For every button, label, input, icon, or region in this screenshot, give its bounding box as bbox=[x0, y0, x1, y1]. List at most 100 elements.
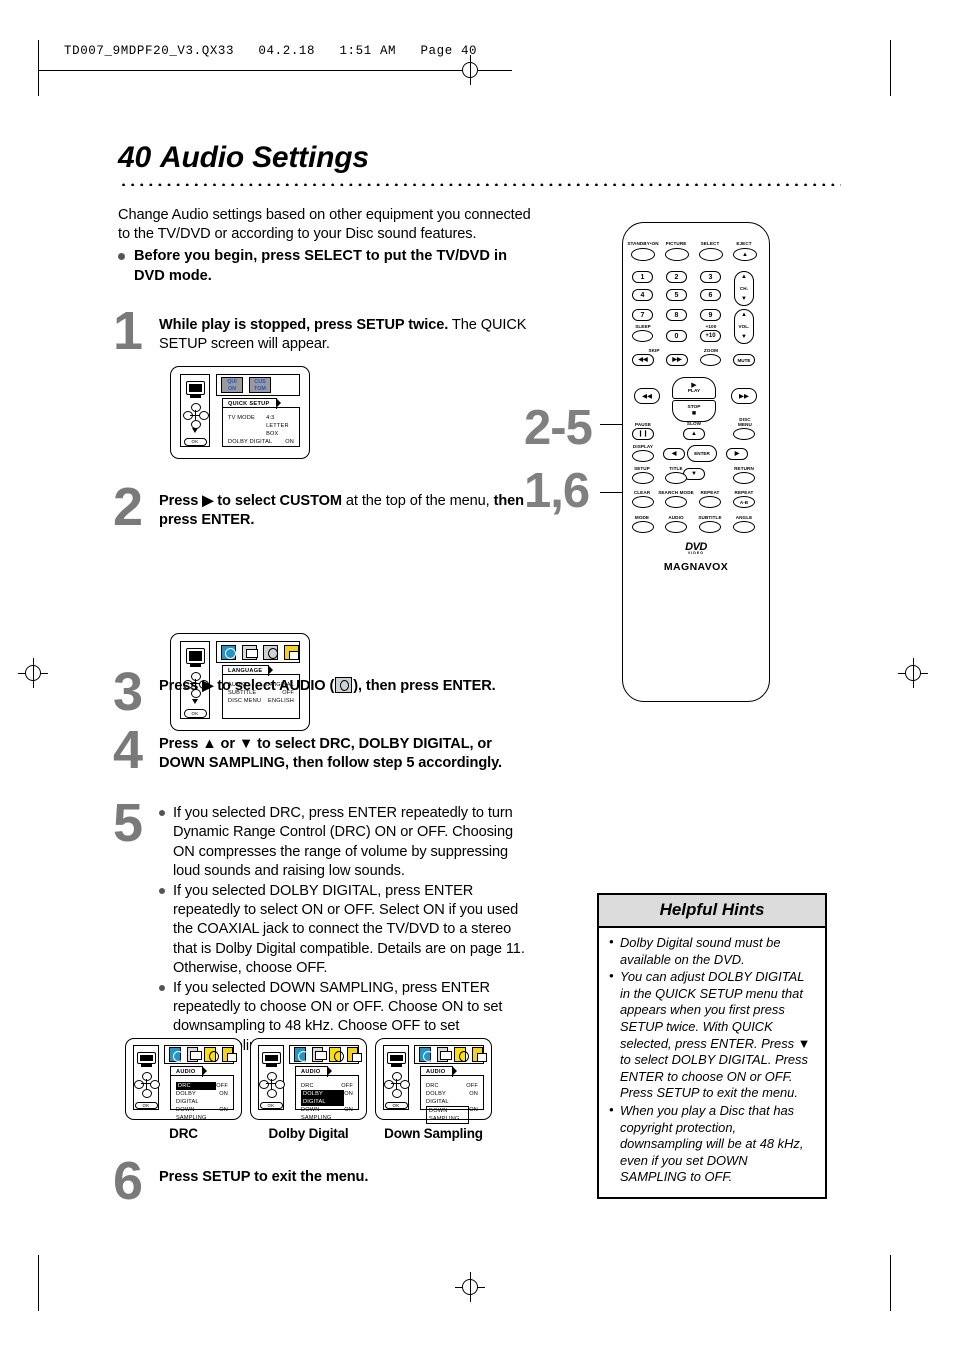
intro-paragraph: Change Audio settings based on other equ… bbox=[118, 207, 531, 243]
mute-button[interactable]: MUTE bbox=[733, 354, 755, 366]
step-6-number: 6 bbox=[113, 1151, 144, 1211]
setup-button[interactable] bbox=[632, 472, 654, 484]
disc-menu-button[interactable] bbox=[733, 428, 755, 440]
osd-row-key: DRC bbox=[176, 1082, 217, 1090]
skip-next-button[interactable]: ▶▶ bbox=[666, 354, 688, 366]
tv-icon bbox=[386, 1052, 406, 1067]
helpful-hints-box: Helpful Hints Dolby Digital sound must b… bbox=[597, 893, 827, 1199]
intro-block: Change Audio settings based on other equ… bbox=[118, 206, 538, 286]
key-3[interactable]: 3 bbox=[700, 271, 721, 283]
osd-row-key: DOWN SAMPLING bbox=[176, 1107, 207, 1121]
angle-button[interactable] bbox=[733, 521, 755, 533]
display-button[interactable] bbox=[632, 450, 654, 462]
volume-label: VOL. bbox=[738, 324, 750, 329]
subtitle-button[interactable] bbox=[699, 521, 721, 533]
return-button[interactable] bbox=[733, 472, 755, 484]
osd-row: DOWN SAMPLING ON bbox=[301, 1106, 353, 1122]
hint-item: Dolby Digital sound must be available on… bbox=[608, 934, 816, 968]
osd-row-value: ON bbox=[344, 1107, 353, 1113]
slow-label: SLOW bbox=[686, 421, 702, 426]
dpad-left-button[interactable]: ◀ bbox=[663, 448, 685, 460]
ok-button-icon: OK bbox=[183, 437, 207, 446]
variant-caption: Down Sampling bbox=[384, 1126, 483, 1141]
osd-panel: TV MODE 4:3 LETTER BOX DOLBY DIGITAL ON bbox=[222, 407, 300, 447]
osd-row: DOLBY DIGITAL ON bbox=[426, 1090, 478, 1106]
osd-panel: DRC OFF DOLBY DIGITAL ON DOWN SAMPLING ON bbox=[170, 1075, 234, 1121]
manual-page: TD007_9MDPF20_V3.QX33 04.2.18 1:51 AM Pa… bbox=[0, 0, 954, 1351]
step-3-text: Press ▶ to select AUDIO (), then press E… bbox=[159, 677, 496, 694]
clear-button[interactable] bbox=[632, 496, 654, 508]
key-9[interactable]: 9 bbox=[700, 309, 721, 321]
eject-button[interactable]: ▲ bbox=[733, 248, 757, 261]
audio-label: AUDIO bbox=[668, 515, 684, 520]
key-0[interactable]: 0 bbox=[666, 330, 687, 342]
tv-icon bbox=[185, 381, 205, 399]
dvd-video-logo: DVD VIDEO bbox=[685, 541, 707, 555]
variant-caption: Dolby Digital bbox=[268, 1126, 349, 1141]
key-4[interactable]: 4 bbox=[632, 289, 653, 301]
audio-icon bbox=[335, 677, 353, 693]
display-icon bbox=[311, 1047, 327, 1062]
zoom-button[interactable] bbox=[700, 354, 721, 366]
step-1-text: While play is stopped, press SETUP twice… bbox=[159, 317, 527, 353]
skip-label: SKIP bbox=[648, 348, 660, 353]
select-button[interactable] bbox=[699, 248, 723, 261]
stop-button[interactable]: STOP ■ bbox=[672, 400, 716, 422]
crop-mark-left-lower bbox=[38, 1255, 39, 1311]
osd-sidebar: OK bbox=[133, 1045, 160, 1110]
dpad-up-button[interactable]: ▲ bbox=[683, 428, 705, 440]
audio-icon bbox=[263, 644, 278, 660]
callout-steps-1-6: 1,6 bbox=[524, 464, 590, 518]
ok-button-icon: OK bbox=[134, 1101, 158, 1109]
audio-icon bbox=[329, 1047, 344, 1062]
intro-bullet: Before you begin, press SELECT to put th… bbox=[118, 247, 538, 286]
lock-icon bbox=[471, 1047, 486, 1062]
dpad-right-button[interactable]: ▶ bbox=[726, 448, 748, 460]
standby-on-button[interactable] bbox=[631, 248, 655, 261]
pause-label: PAUSE bbox=[635, 422, 651, 427]
audio-icon bbox=[204, 1047, 219, 1062]
fast-forward-button[interactable]: ▶▶ bbox=[731, 388, 757, 404]
registration-mark-top bbox=[455, 55, 485, 85]
picture-button[interactable] bbox=[665, 248, 689, 261]
audio-button[interactable] bbox=[665, 521, 687, 533]
quick-custom-icon: CUS TOM bbox=[249, 377, 271, 393]
globe-icon bbox=[221, 644, 236, 660]
osd-row-key: DOWN SAMPLING bbox=[301, 1107, 332, 1121]
osd-row: DRC OFF bbox=[301, 1082, 353, 1090]
down-arrow-icon bbox=[192, 698, 198, 704]
lock-icon bbox=[284, 644, 299, 660]
setup-label: SETUP bbox=[634, 466, 650, 471]
print-header: TD007_9MDPF20_V3.QX33 04.2.18 1:51 AM Pa… bbox=[64, 44, 478, 58]
play-button[interactable]: ▶ PLAY bbox=[672, 377, 716, 399]
key-2[interactable]: 2 bbox=[666, 271, 687, 283]
enter-button[interactable]: ENTER bbox=[687, 445, 717, 462]
sleep-button[interactable] bbox=[632, 330, 653, 342]
hint-item: You can adjust DOLBY DIGITAL in the QUIC… bbox=[608, 968, 816, 1102]
audio-variant-dolby-digital: OK AUDIO DRC OFF DOLBY DIGITAL ON DOWN SAM… bbox=[250, 1038, 367, 1141]
repeat-button[interactable] bbox=[699, 496, 721, 508]
osd-row: DOWN SAMPLING ON bbox=[426, 1106, 478, 1124]
crop-mark-right bbox=[890, 40, 891, 96]
key-8[interactable]: 8 bbox=[666, 309, 687, 321]
key-7[interactable]: 7 bbox=[632, 309, 653, 321]
title-button[interactable] bbox=[665, 472, 687, 484]
repeat-ab-button[interactable]: A-B bbox=[733, 496, 755, 508]
dpad-icon bbox=[134, 1071, 160, 1098]
pause-button[interactable]: ❙❙ bbox=[632, 428, 654, 440]
key-6[interactable]: 6 bbox=[700, 289, 721, 301]
plus-hundred-label: +100 bbox=[705, 324, 717, 329]
search-mode-button[interactable] bbox=[665, 496, 687, 508]
osd-icon-row bbox=[164, 1045, 236, 1064]
globe-icon bbox=[169, 1047, 184, 1062]
tv-icon bbox=[185, 648, 205, 667]
mode-button[interactable] bbox=[632, 521, 654, 533]
audio-variant-drc: OK AUDIO DRC OFF DOLBY DIGITAL ON DOWN SAM… bbox=[125, 1038, 242, 1141]
osd-row: DRC OFF bbox=[176, 1082, 228, 1090]
key-1[interactable]: 1 bbox=[632, 271, 653, 283]
step-4-number: 4 bbox=[113, 720, 144, 780]
skip-prev-button[interactable]: ◀◀ bbox=[632, 354, 654, 366]
rewind-button[interactable]: ◀◀ bbox=[634, 388, 660, 404]
plus-ten-button[interactable]: +10 bbox=[700, 330, 721, 342]
key-5[interactable]: 5 bbox=[666, 289, 687, 301]
